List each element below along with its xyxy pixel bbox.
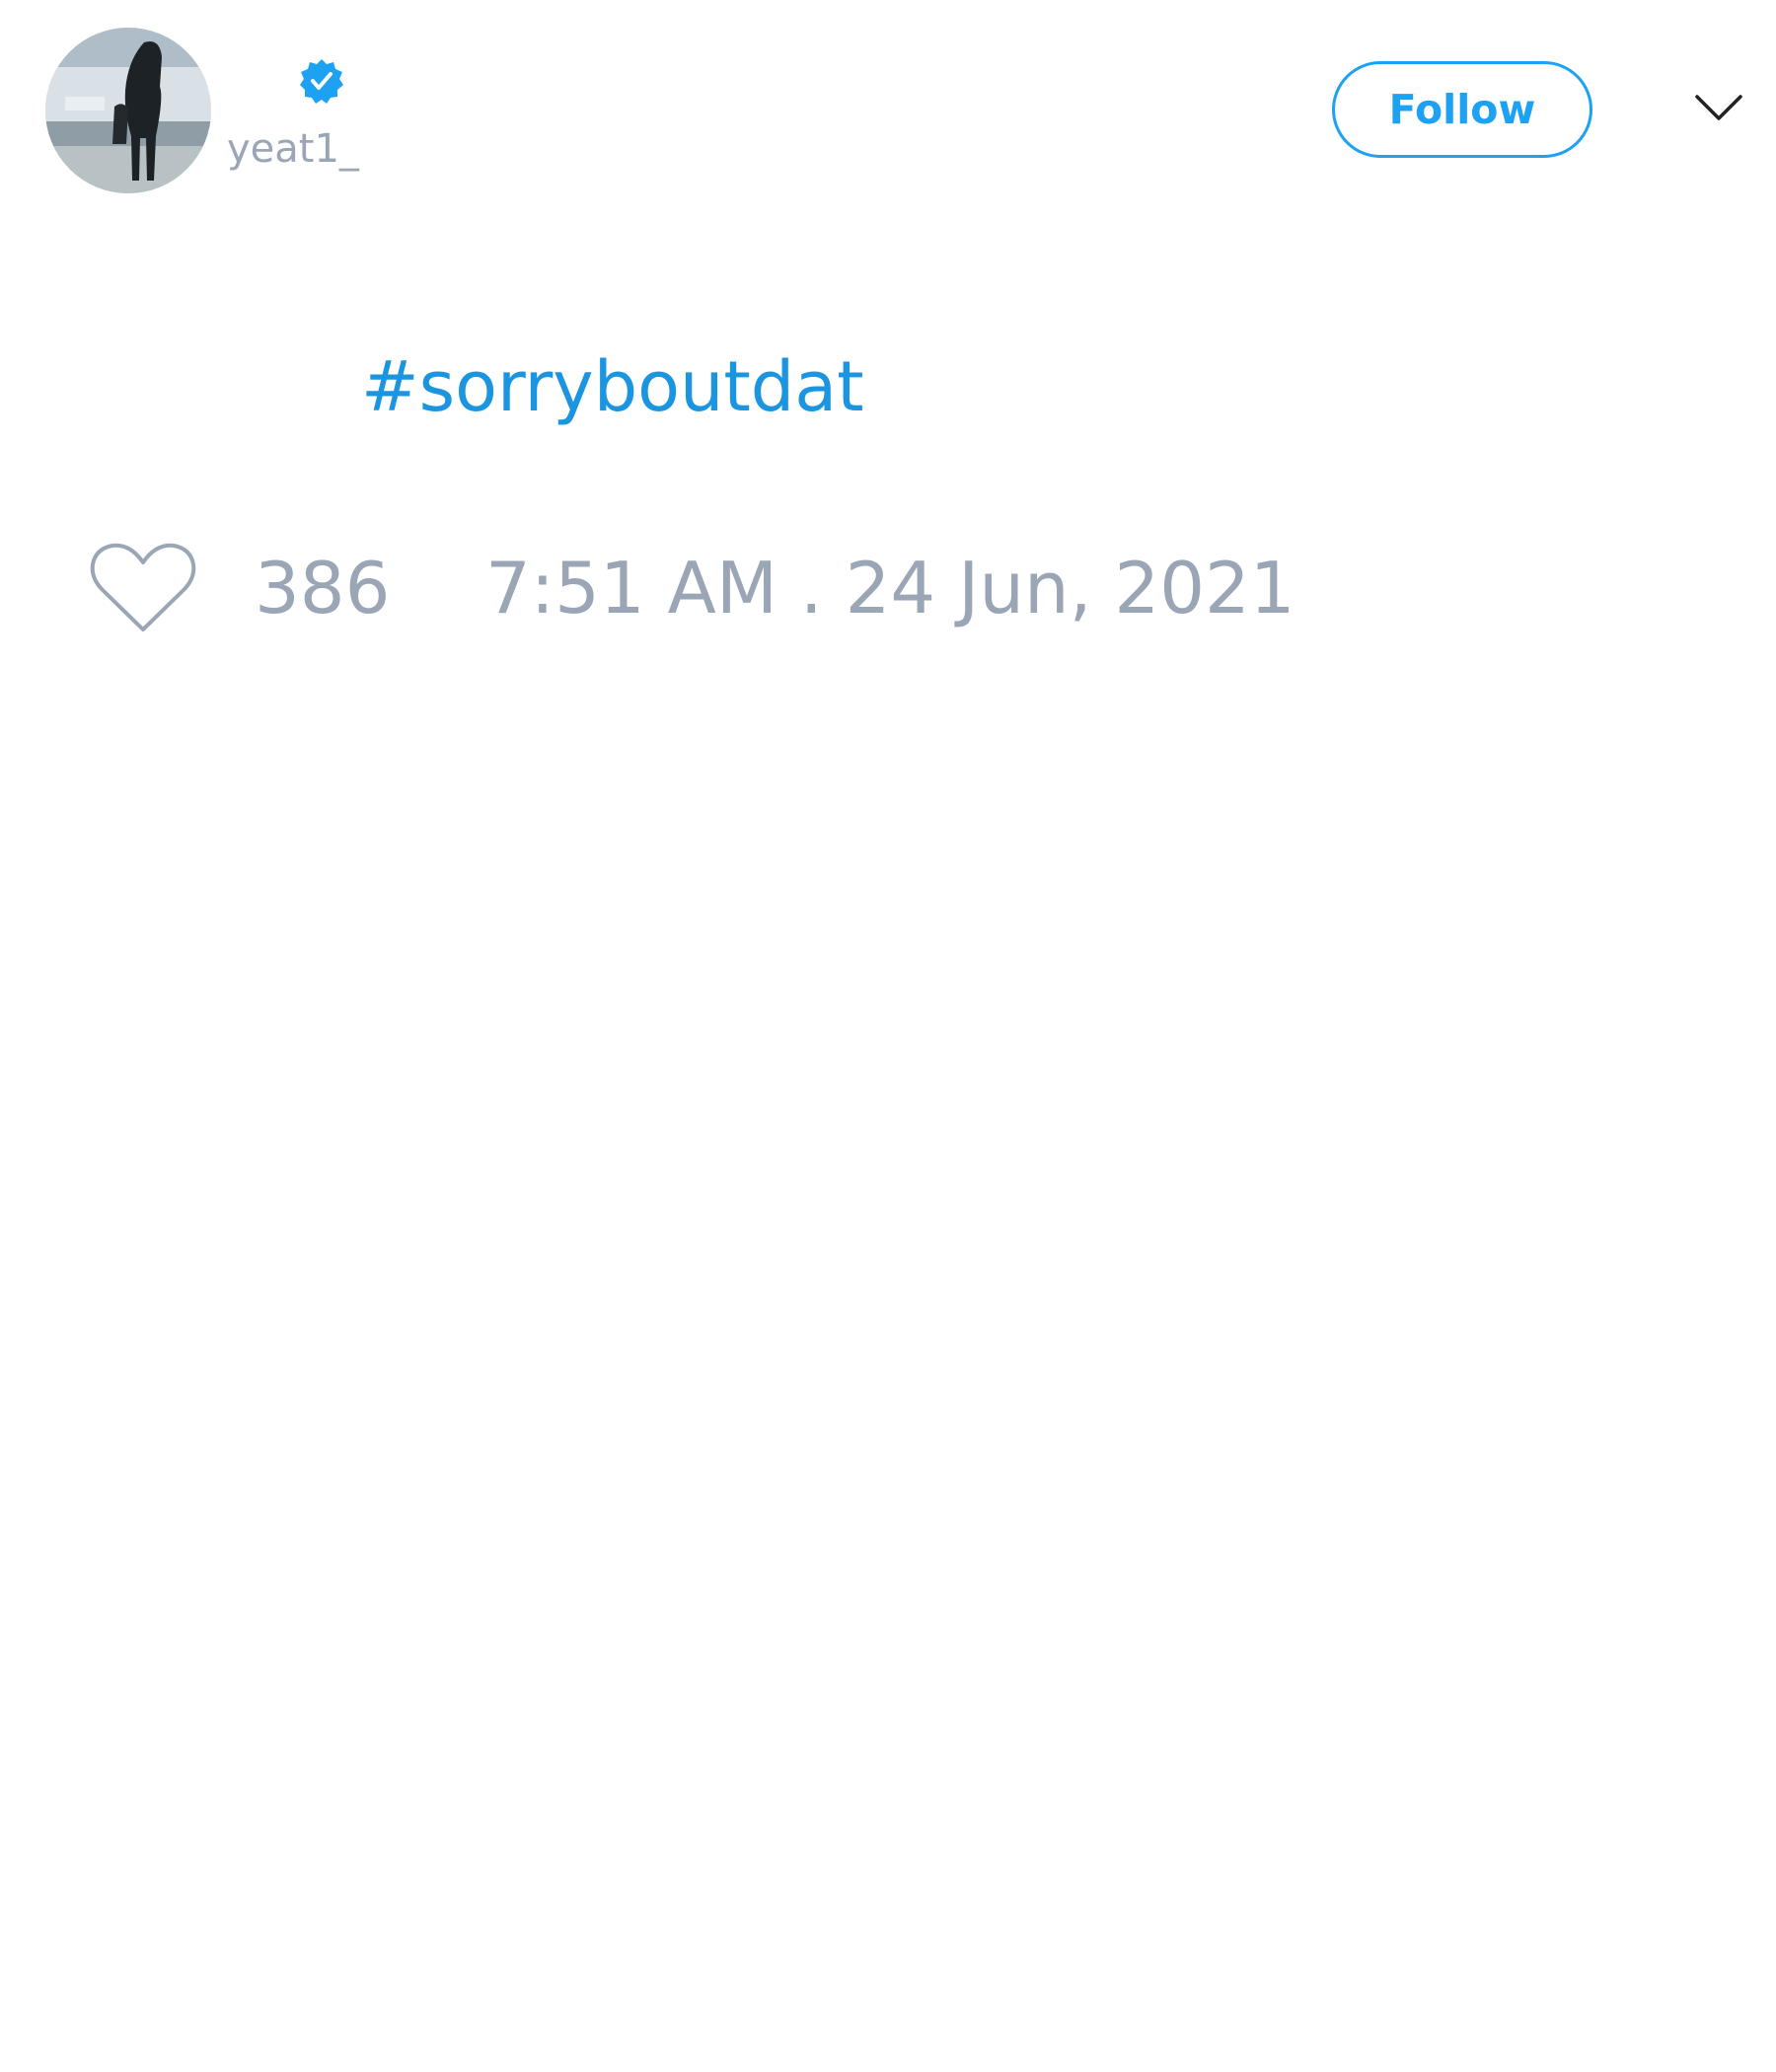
tweet-hashtag[interactable]: #sorryboutdat — [361, 345, 864, 428]
author-handle[interactable]: yeat1_ — [227, 125, 359, 173]
tweet-embed: yeat1_ Follow #sorryboutdat 386 7:51 AM … — [0, 0, 1776, 2072]
heart-outline-icon — [90, 543, 196, 631]
tweet-timestamp[interactable]: 7:51 AM . 24 Jun, 2021 — [485, 547, 1295, 629]
like-count: 386 — [255, 547, 391, 629]
avatar[interactable] — [45, 28, 211, 193]
chevron-down-icon[interactable] — [1693, 91, 1744, 126]
profile-photo — [45, 28, 211, 193]
verified-badge-icon — [300, 59, 343, 104]
follow-button[interactable]: Follow — [1332, 61, 1592, 158]
